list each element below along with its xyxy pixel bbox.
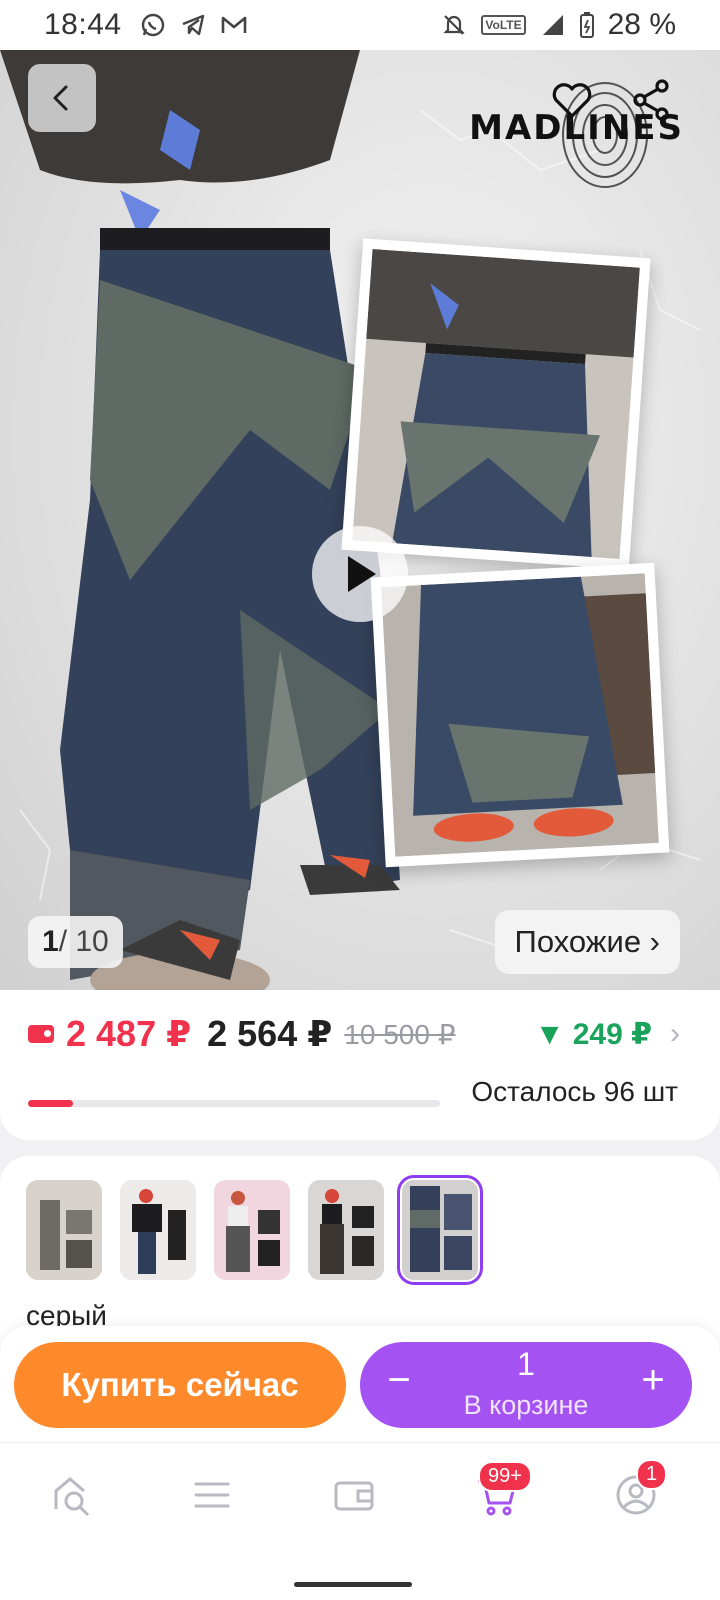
system-icons: VoLTE 28 % bbox=[441, 8, 676, 42]
play-icon bbox=[348, 556, 376, 592]
chevron-left-icon bbox=[53, 85, 68, 111]
wallet-icon bbox=[28, 1025, 54, 1043]
volte-badge: VoLTE bbox=[481, 15, 526, 35]
counter-total: / 10 bbox=[58, 925, 109, 958]
stock-remaining: Осталось 96 шт bbox=[471, 1076, 678, 1107]
mute-icon bbox=[443, 15, 466, 35]
wallet-nav-icon[interactable] bbox=[332, 1473, 376, 1517]
bottom-navigation: 99+ 1 bbox=[0, 1442, 720, 1600]
product-photo-bottom bbox=[370, 562, 670, 868]
battery-icon bbox=[579, 12, 594, 38]
image-counter: 1 / 10 bbox=[28, 916, 123, 968]
variant-thumbnail-selected[interactable] bbox=[397, 1175, 483, 1285]
purchase-action-bar: Купить сейчас − 1 В корзине + bbox=[0, 1326, 720, 1442]
chevron-right-icon: › bbox=[670, 1017, 680, 1050]
product-photo-top bbox=[341, 238, 651, 570]
telegram-icon bbox=[182, 14, 204, 36]
play-video-button[interactable] bbox=[312, 526, 408, 622]
status-time: 18:44 bbox=[44, 8, 122, 41]
catalog-menu-icon[interactable] bbox=[190, 1473, 234, 1517]
gmail-icon bbox=[221, 16, 246, 33]
stock-progress-bar bbox=[28, 1100, 440, 1107]
status-bar: 18:44 VoLTE 28 % bbox=[0, 0, 720, 50]
stock-progress-fill bbox=[28, 1100, 74, 1107]
share-icon[interactable] bbox=[628, 76, 676, 124]
counter-current: 1 bbox=[42, 925, 59, 958]
home-search-icon[interactable] bbox=[50, 1473, 94, 1517]
product-gallery[interactable]: MADLINES 1 / 10 Похожие › bbox=[0, 50, 720, 1010]
price-card: 2 487 ₽ 2 564 ₽ 10 500 ₽ ▼ 249 ₽ › Остал… bbox=[0, 990, 720, 1140]
current-price: 2 564 ₽ bbox=[207, 1013, 333, 1054]
old-price: 10 500 ₽ bbox=[344, 1018, 456, 1050]
increase-quantity-button[interactable]: + bbox=[628, 1358, 678, 1403]
battery-percent: 28 % bbox=[607, 8, 676, 41]
buy-now-button[interactable]: Купить сейчас bbox=[14, 1342, 346, 1428]
signal-icon bbox=[542, 15, 563, 35]
similar-products-button[interactable]: Похожие › bbox=[494, 910, 680, 974]
price-row[interactable]: 2 487 ₽ 2 564 ₽ 10 500 ₽ ▼ 249 ₽ › bbox=[28, 1012, 680, 1056]
cart-quantity-control: − 1 В корзине + bbox=[360, 1342, 692, 1428]
variant-thumbnails bbox=[26, 1175, 483, 1285]
profile-badge: 1 bbox=[636, 1459, 668, 1490]
wallet-price: 2 487 ₽ bbox=[66, 1013, 192, 1054]
notification-icons bbox=[140, 12, 248, 38]
variant-thumbnail[interactable] bbox=[120, 1180, 196, 1280]
variant-selector: серый bbox=[0, 1156, 720, 1346]
price-drop: ▼ 249 ₽ bbox=[534, 1017, 652, 1051]
cart-badge: 99+ bbox=[478, 1461, 532, 1492]
variant-thumbnail[interactable] bbox=[308, 1180, 384, 1280]
favorite-heart-icon[interactable] bbox=[548, 76, 596, 124]
variant-thumbnail[interactable] bbox=[26, 1180, 102, 1280]
back-button[interactable] bbox=[28, 64, 96, 132]
variant-thumbnail[interactable] bbox=[214, 1180, 290, 1280]
whatsapp-icon bbox=[141, 13, 164, 37]
home-indicator[interactable] bbox=[294, 1582, 412, 1587]
